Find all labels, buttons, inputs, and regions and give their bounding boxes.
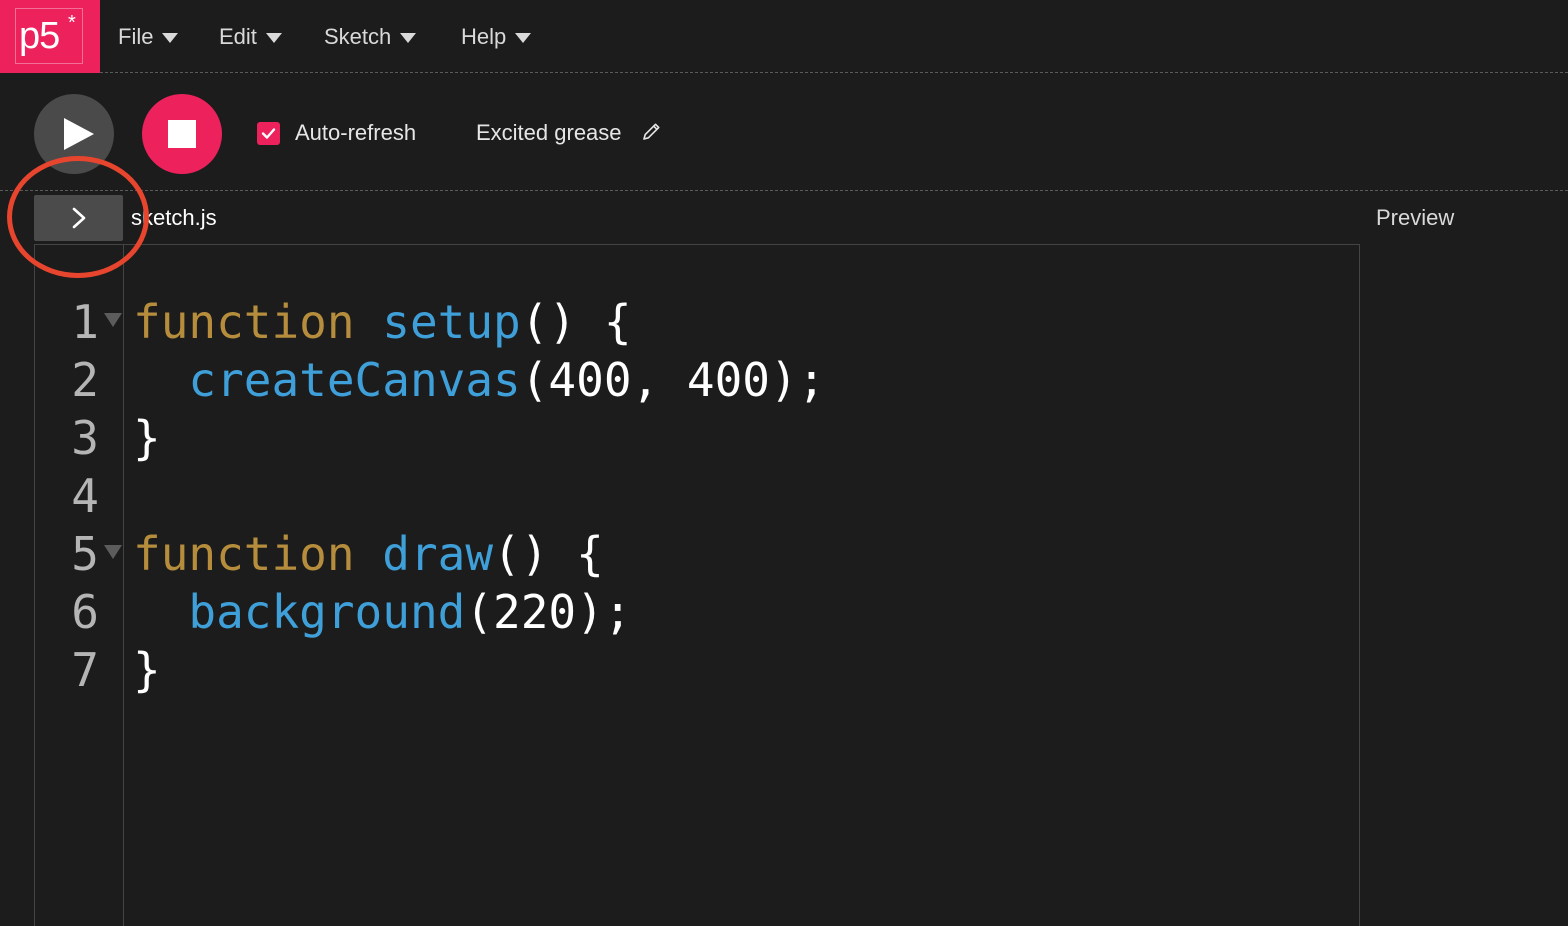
- menu-sketch[interactable]: Sketch: [324, 22, 417, 52]
- menu-edit-label: Edit: [219, 24, 257, 49]
- menu-help[interactable]: Help: [461, 22, 532, 52]
- fold-arrow-icon[interactable]: [104, 545, 122, 559]
- code-token: }: [133, 643, 161, 697]
- code-token: }: [133, 411, 161, 465]
- code-token: createCanvas: [188, 353, 521, 407]
- caret-down-icon: [162, 33, 179, 44]
- code-line: }: [133, 409, 161, 467]
- caret-down-icon: [265, 33, 282, 44]
- line-number-gutter: 1234567: [35, 245, 124, 926]
- code-line: }: [133, 641, 161, 699]
- p5-editor-app: p5 * File Edit Sketch Help Auto-refresh: [0, 0, 1568, 926]
- code-token: () {: [493, 527, 604, 581]
- code-token: () {: [520, 295, 632, 349]
- logo-text: p5: [19, 15, 60, 57]
- line-number: 7: [71, 643, 99, 697]
- line-number: 1: [71, 295, 99, 349]
- line-number: 3: [71, 411, 99, 465]
- logo-asterisk: *: [68, 12, 76, 34]
- fold-arrow-icon[interactable]: [104, 313, 122, 327]
- menu-help-label: Help: [461, 24, 507, 49]
- code-line: function setup() {: [133, 293, 632, 351]
- preview-label: Preview: [1376, 205, 1455, 230]
- file-tab-sketch-js[interactable]: sketch.js: [131, 204, 217, 232]
- menu-edit[interactable]: Edit: [219, 22, 282, 52]
- line-number: 4: [71, 469, 99, 523]
- stop-icon: [168, 120, 196, 148]
- play-button[interactable]: [34, 94, 114, 174]
- code-token: (400, 400);: [520, 353, 826, 407]
- check-icon: [261, 128, 276, 139]
- chevron-right-icon: [72, 207, 86, 229]
- menu-file[interactable]: File: [118, 22, 179, 52]
- code-editor[interactable]: 1234567 function setup() { createCanvas(…: [34, 244, 1360, 926]
- code-token: background: [188, 585, 466, 639]
- caret-down-icon: [400, 33, 417, 44]
- caret-down-icon: [515, 33, 532, 44]
- play-icon: [64, 118, 94, 150]
- sidebar-toggle-button[interactable]: [34, 195, 123, 241]
- code-line: background(220);: [133, 583, 632, 641]
- p5-logo[interactable]: p5 *: [0, 0, 100, 73]
- toolbar: Auto-refresh Excited grease: [0, 74, 1568, 191]
- auto-refresh-label: Auto-refresh: [295, 120, 417, 145]
- menu-sketch-label: Sketch: [324, 24, 392, 49]
- auto-refresh-checkbox[interactable]: [257, 122, 280, 145]
- line-number: 5: [71, 527, 99, 581]
- line-number: 2: [71, 353, 99, 407]
- menu-file-label: File: [118, 24, 154, 49]
- stop-button[interactable]: [142, 94, 222, 174]
- code-token: draw: [382, 527, 494, 581]
- code-token: function: [133, 527, 355, 581]
- line-number: 6: [71, 585, 99, 639]
- pencil-icon[interactable]: [641, 122, 661, 142]
- code-token: setup: [382, 295, 521, 349]
- menu-bar: p5 * File Edit Sketch Help: [0, 0, 1568, 73]
- code-token: function: [133, 295, 355, 349]
- code-token: (220);: [465, 585, 632, 639]
- code-line: createCanvas(400, 400);: [133, 351, 825, 409]
- code-line: function draw() {: [133, 525, 604, 583]
- sketch-name[interactable]: Excited grease: [476, 118, 622, 148]
